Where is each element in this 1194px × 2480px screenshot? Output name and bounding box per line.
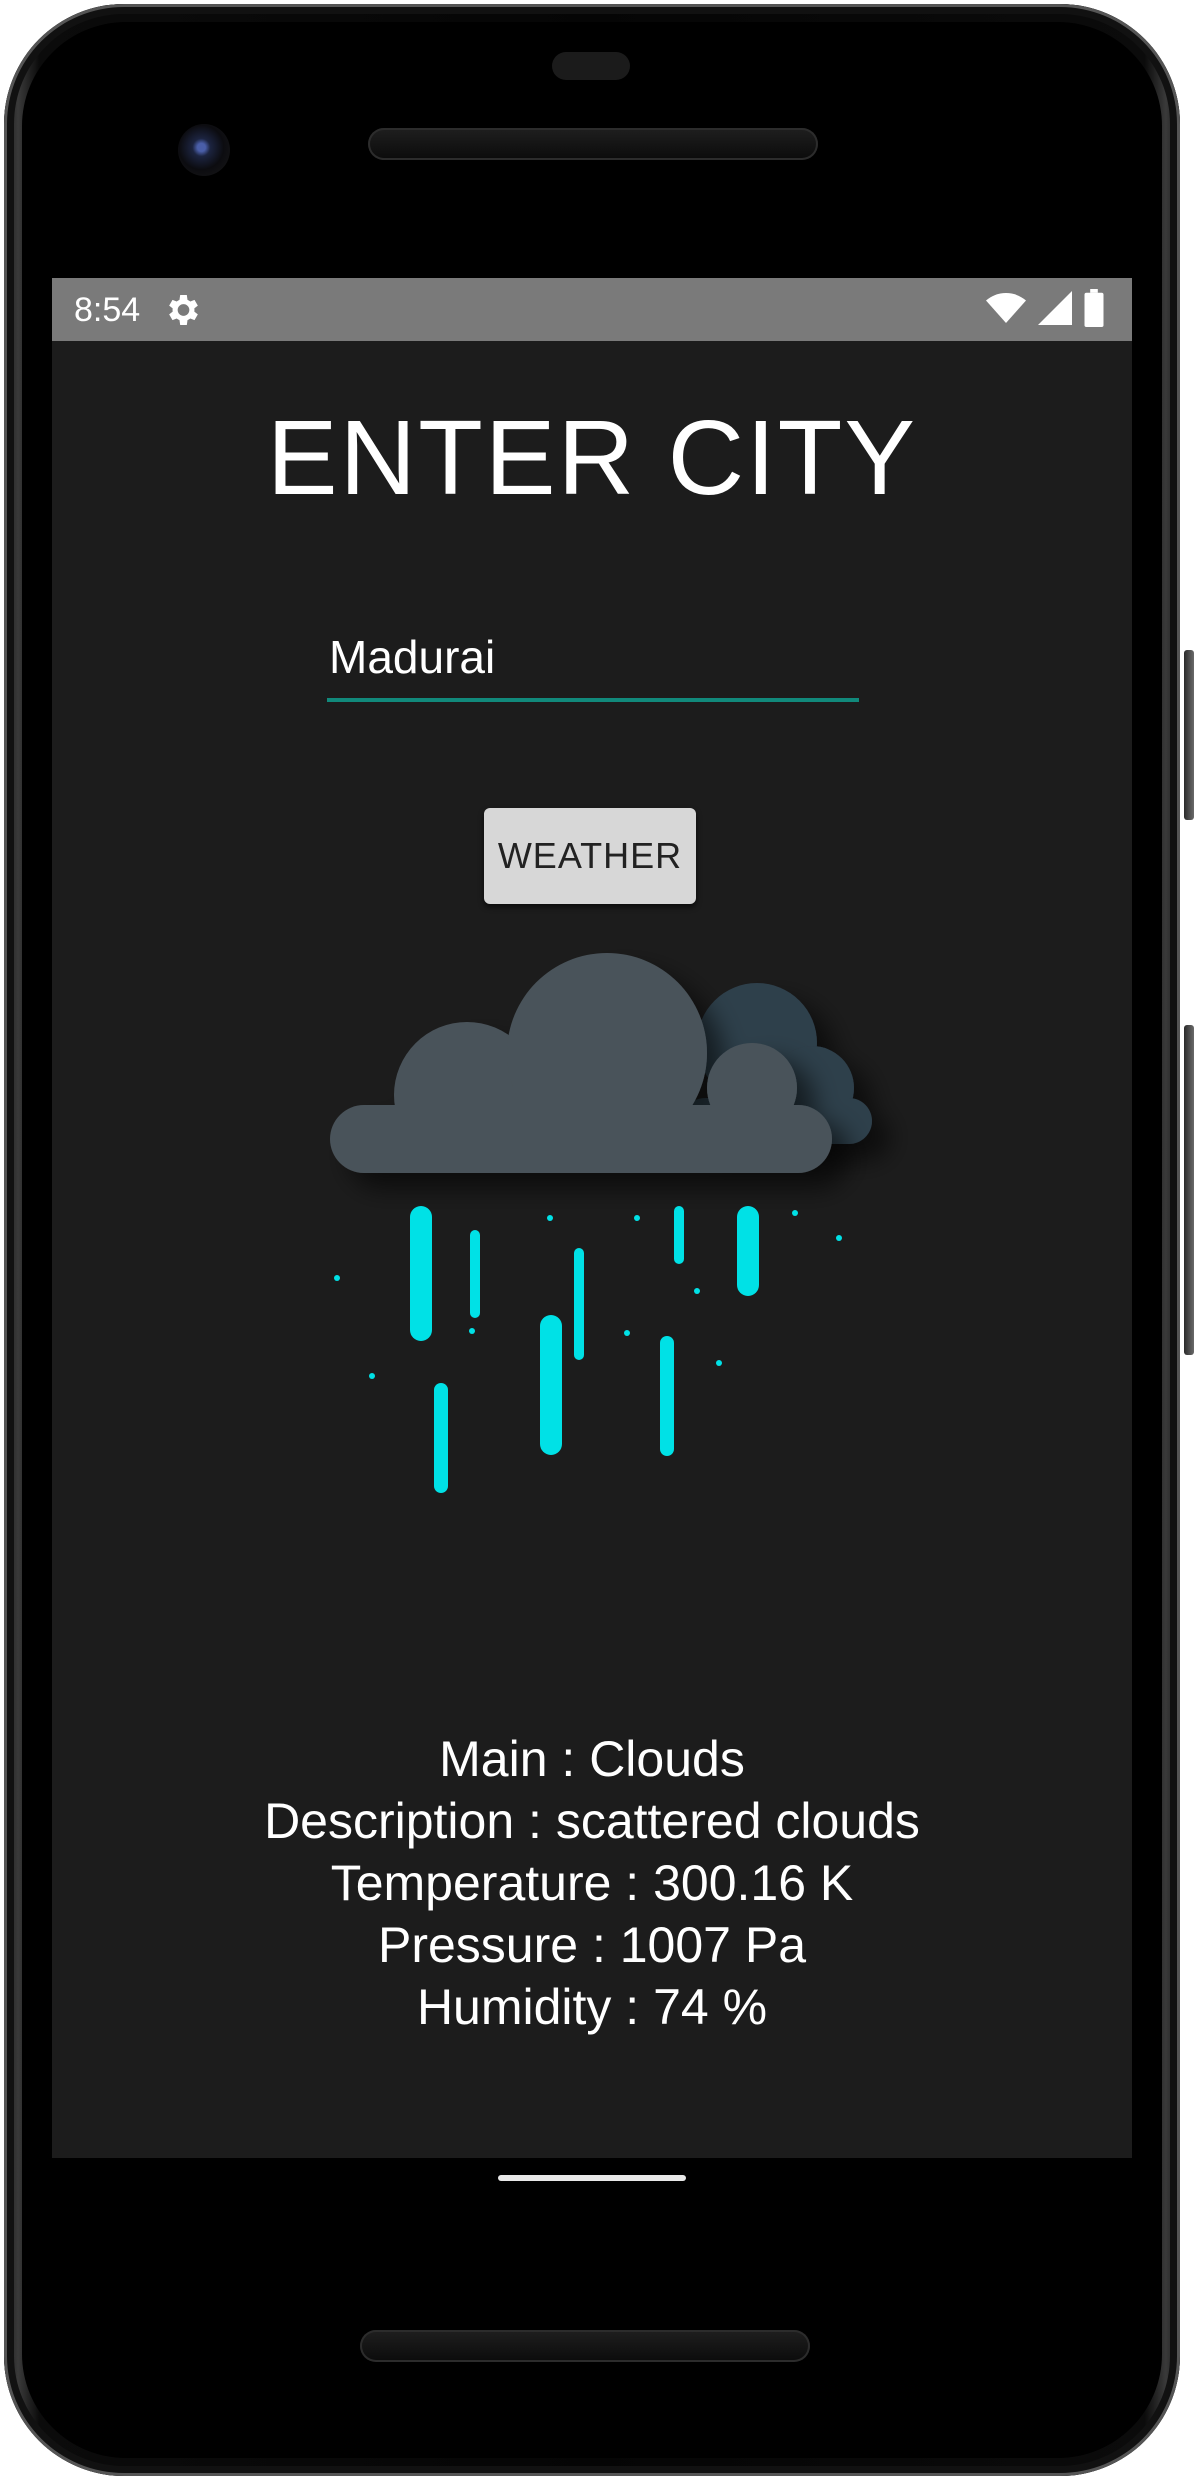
weather-button[interactable]: WEATHER <box>484 808 696 904</box>
home-gesture-handle[interactable] <box>498 2175 686 2181</box>
info-humidity: Humidity : 74 % <box>416 1979 768 2035</box>
volume-button[interactable] <box>1184 1025 1194 1355</box>
app-screen: 8:54 ENTER CITY Madurai WEATHER Main: C… <box>52 278 1132 2158</box>
info-temperature: Temperature : 300.16 K <box>330 1855 854 1911</box>
weather-info: Main : Clouds Description : scattered cl… <box>52 1728 1132 2038</box>
rain-drops <box>334 1206 842 1493</box>
status-time: 8:54 <box>74 291 141 329</box>
info-main: Main : Clouds <box>439 1731 745 1787</box>
phone-frame: 8:54 ENTER CITY Madurai WEATHER Main: C… <box>0 0 1194 2480</box>
power-button[interactable] <box>1184 650 1194 820</box>
status-bar: 8:54 <box>52 278 1132 341</box>
front-camera <box>178 124 230 176</box>
battery-icon <box>1084 288 1104 332</box>
info-pressure: Pressure : 1007 Pa <box>377 1917 807 1973</box>
cell-signal-icon <box>1038 290 1072 330</box>
settings-icon <box>162 290 202 330</box>
wifi-icon <box>986 291 1026 330</box>
navigation-bar <box>52 2158 1132 2238</box>
top-speaker-grille <box>368 128 818 160</box>
earpiece <box>552 52 630 80</box>
page-title: ENTER CITY <box>266 399 918 517</box>
status-icons <box>986 288 1104 332</box>
city-input[interactable]: Madurai <box>327 622 859 702</box>
info-description: Description : scattered clouds <box>264 1793 920 1849</box>
bottom-speaker-grille <box>360 2330 810 2362</box>
